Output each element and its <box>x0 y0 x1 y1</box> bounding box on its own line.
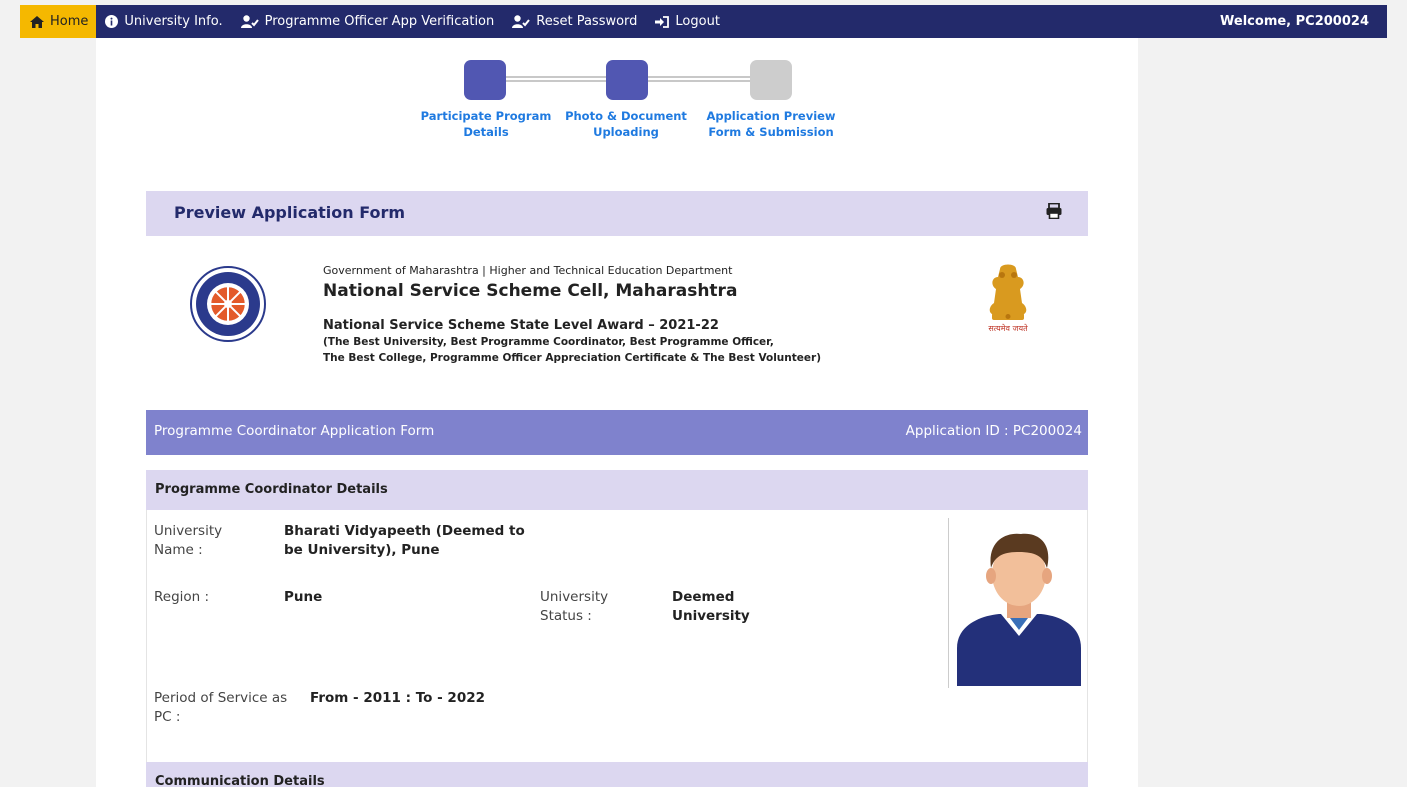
nav-home-label: Home <box>50 14 89 29</box>
period-of-service-label: Period of Service as PC : <box>154 690 288 725</box>
nss-logo <box>190 266 266 342</box>
emblem-caption: सत्यमेव जयते <box>988 323 1028 333</box>
user-check-icon <box>512 15 531 28</box>
nav-university-info[interactable]: University Info. <box>96 5 231 38</box>
user-avatar-icon <box>957 533 1081 686</box>
top-bar: Home University Info. Programme Officer … <box>0 0 1407 38</box>
user-check-icon <box>240 15 259 28</box>
sign-in-icon <box>655 15 670 28</box>
welcome-text: Welcome, PC200024 <box>1220 14 1369 29</box>
coordinator-photo <box>948 518 1088 688</box>
period-of-service-value: From - 2011 : To - 2022 <box>310 690 485 706</box>
nav-logout[interactable]: Logout <box>646 5 729 38</box>
nav-home[interactable]: Home <box>20 5 97 38</box>
nav-po-verification-label: Programme Officer App Verification <box>264 14 495 29</box>
preview-title: Preview Application Form <box>174 203 406 222</box>
award-categories-line1: (The Best University, Best Programme Coo… <box>323 336 774 348</box>
coordinator-details-heading: Programme Coordinator Details <box>146 470 1088 510</box>
nav-university-info-label: University Info. <box>124 14 223 29</box>
university-status-label: University Status : <box>540 589 609 624</box>
main-content: Participate Program Details Photo & Docu… <box>96 38 1138 787</box>
nav-reset-password[interactable]: Reset Password <box>503 5 646 38</box>
university-status-value: Deemed University <box>672 589 750 624</box>
state-emblem: सत्यमेव जयते <box>980 263 1036 337</box>
communication-details-heading: Communication Details <box>146 762 1088 787</box>
step-3-label[interactable]: Application Preview Form & Submission <box>701 108 841 140</box>
step-3-indicator[interactable] <box>750 60 792 100</box>
award-categories-line2: The Best College, Programme Officer Appr… <box>323 352 821 364</box>
main-navigation: Home University Info. Programme Officer … <box>20 5 1387 38</box>
cell-title: National Service Scheme Cell, Maharashtr… <box>323 281 738 301</box>
step-connector <box>496 76 606 82</box>
nav-logout-label: Logout <box>675 14 720 29</box>
award-title: National Service Scheme State Level Awar… <box>323 318 719 333</box>
department-line: Government of Maharashtra | Higher and T… <box>323 264 733 277</box>
home-icon <box>30 15 44 28</box>
nav-po-verification[interactable]: Programme Officer App Verification <box>232 5 504 38</box>
print-icon[interactable] <box>1046 203 1062 219</box>
application-id: Application ID : PC200024 <box>905 423 1082 439</box>
step-2-indicator[interactable] <box>606 60 648 100</box>
university-name-value: Bharati Vidyapeeth (Deemed to be Univers… <box>284 523 525 558</box>
region-label: Region : <box>154 589 210 605</box>
form-title: Programme Coordinator Application Form <box>154 423 435 439</box>
step-2-label[interactable]: Photo & Document Uploading <box>556 108 696 140</box>
form-header: Programme Coordinator Application Form A… <box>146 410 1088 455</box>
progress-stepper: Participate Program Details Photo & Docu… <box>416 60 846 150</box>
step-1-label[interactable]: Participate Program Details <box>416 108 556 140</box>
step-1-indicator[interactable] <box>464 60 506 100</box>
preview-header: Preview Application Form <box>146 191 1088 236</box>
university-name-label: University Name : <box>154 523 223 558</box>
nav-reset-password-label: Reset Password <box>536 14 638 29</box>
info-icon <box>105 15 119 28</box>
ashoka-emblem-icon: सत्यमेव जयते <box>988 264 1028 333</box>
step-connector <box>644 76 750 82</box>
region-value: Pune <box>284 589 323 605</box>
